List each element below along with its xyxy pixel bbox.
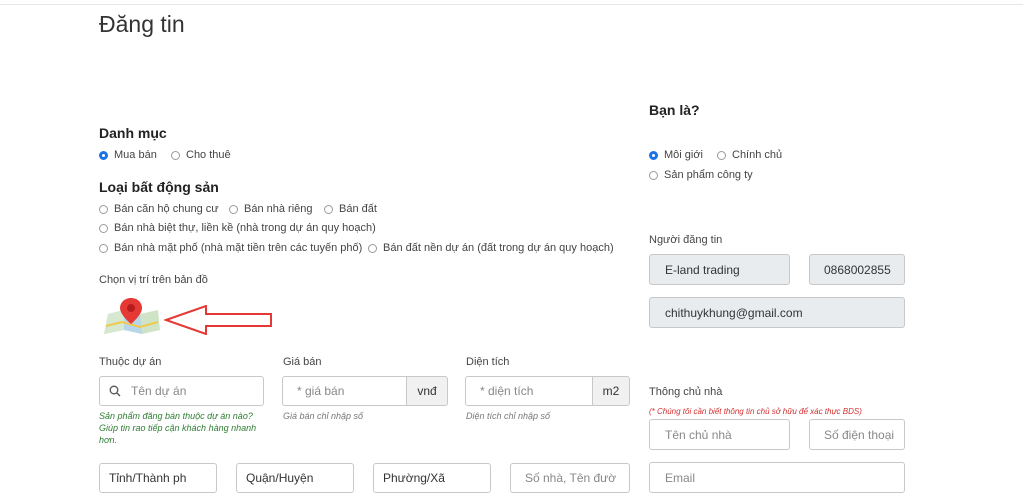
radio-ban-biet-thu[interactable]: Bán nhà biệt thự, liền kề (nhà trong dự … <box>99 222 376 234</box>
radio-ban-mat-pho[interactable]: Bán nhà mặt phố (nhà mặt tiền trên các t… <box>99 242 362 254</box>
arrow-icon <box>162 304 274 336</box>
price-unit: vnđ <box>406 377 447 405</box>
poster-phone-field[interactable]: 0868002855 <box>809 254 905 285</box>
owner-email-input[interactable]: Email <box>649 462 905 493</box>
radio-indicator[interactable] <box>649 170 658 180</box>
owner-note: (* Chúng tôi cần biết thông tin chủ sở h… <box>649 407 862 416</box>
radio-indicator[interactable] <box>99 243 108 253</box>
radio-ban-dat-nen[interactable]: Bán đất nền dự án (đất trong dự án quy h… <box>368 242 614 254</box>
radio-indicator[interactable] <box>717 150 726 160</box>
owner-name-input[interactable]: Tên chủ nhà <box>649 419 790 450</box>
radio-cho-thue[interactable]: Cho thuê <box>171 149 231 161</box>
radio-ban-can-ho[interactable]: Bán căn hộ chung cư <box>99 203 219 215</box>
price-hint: Giá bán chỉ nhập số <box>283 411 364 421</box>
property-type-heading: Loại bất động sản <box>99 179 219 195</box>
radio-chinh-chu[interactable]: Chính chủ <box>717 149 782 161</box>
radio-indicator[interactable] <box>99 204 108 214</box>
radio-indicator[interactable] <box>649 150 658 160</box>
radio-indicator[interactable] <box>99 223 108 233</box>
area-label: Diện tích <box>466 356 510 368</box>
project-hint: Sản phẩm đăng bán thuộc dự án nào? Giúp … <box>99 411 257 445</box>
area-placeholder: * diện tích <box>480 384 534 398</box>
radio-indicator[interactable] <box>99 150 108 160</box>
map-pin-icon[interactable] <box>102 296 162 334</box>
category-heading: Danh mục <box>99 125 167 141</box>
poster-name-field[interactable]: E-land trading <box>649 254 790 285</box>
radio-indicator[interactable] <box>368 243 377 253</box>
price-label: Giá bán <box>283 356 322 368</box>
project-input[interactable]: Tên dự án <box>99 376 264 406</box>
ward-select[interactable]: Phường/Xã <box>373 463 491 493</box>
project-placeholder: Tên dự án <box>131 384 187 398</box>
street-input[interactable]: Số nhà, Tên đườ <box>510 463 630 493</box>
role-heading: Bạn là? <box>649 102 700 118</box>
area-hint: Diện tích chỉ nhập số <box>466 411 551 421</box>
radio-moi-gioi[interactable]: Môi giới <box>649 149 703 161</box>
radio-san-pham-cong-ty[interactable]: Sản phẩm công ty <box>649 169 753 181</box>
radio-indicator[interactable] <box>171 150 180 160</box>
project-label: Thuộc dự án <box>99 356 162 368</box>
top-divider <box>0 4 1023 5</box>
area-input[interactable]: * diện tích m2 <box>465 376 630 406</box>
radio-mua-ban[interactable]: Mua bán <box>99 149 157 161</box>
radio-indicator[interactable] <box>229 204 238 214</box>
radio-ban-nha-rieng[interactable]: Bán nhà riêng <box>229 203 313 215</box>
district-select[interactable]: Quận/Huyện <box>236 463 354 493</box>
poster-email-field[interactable]: chithuykhung@gmail.com <box>649 297 905 328</box>
owner-label: Thông chủ nhà <box>649 386 723 398</box>
search-icon <box>109 385 121 397</box>
poster-label: Người đăng tin <box>649 234 723 246</box>
page-title: Đăng tin <box>99 11 185 37</box>
radio-ban-dat[interactable]: Bán đất <box>324 203 377 215</box>
map-label: Chọn vị trí trên bản đồ <box>99 274 208 286</box>
price-placeholder: * giá bán <box>297 384 345 398</box>
owner-phone-input[interactable]: Số điện thoại <box>809 419 905 450</box>
area-unit: m2 <box>592 377 629 405</box>
radio-indicator[interactable] <box>324 204 333 214</box>
price-input[interactable]: * giá bán vnđ <box>282 376 448 406</box>
province-select[interactable]: Tỉnh/Thành ph <box>99 463 217 493</box>
